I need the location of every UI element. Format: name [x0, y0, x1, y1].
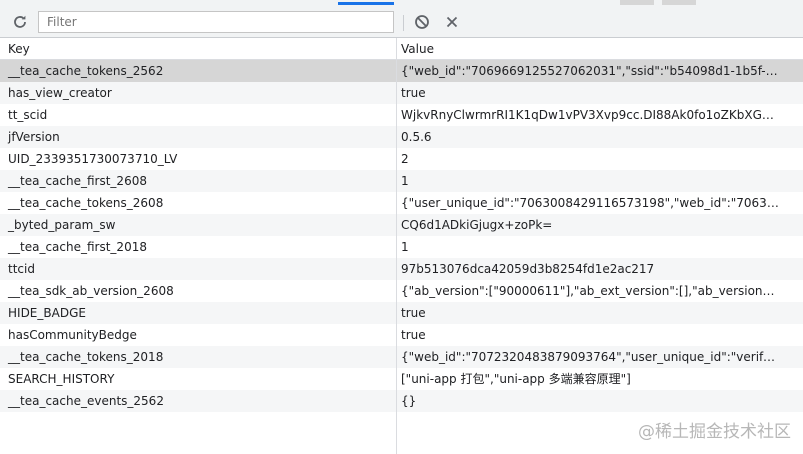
- cell-value[interactable]: 1: [397, 236, 779, 258]
- column-divider[interactable]: [396, 38, 397, 454]
- cell-value[interactable]: true: [397, 82, 779, 104]
- cell-value[interactable]: {"ab_version":["90000611"],"ab_ext_versi…: [397, 280, 779, 302]
- delete-icon[interactable]: [442, 12, 462, 32]
- cell-key[interactable]: HIDE_BADGE: [0, 302, 396, 324]
- table-row[interactable]: __tea_cache_tokens_2018 {"web_id":"707232…: [0, 346, 803, 368]
- table-row[interactable]: __tea_sdk_ab_version_2608 {"ab_version":[…: [0, 280, 803, 302]
- cell-key[interactable]: hasCommunityBedge: [0, 324, 396, 346]
- table-row[interactable]: hasCommunityBedge true: [0, 324, 803, 346]
- cell-value[interactable]: 97b513076dca42059d3b8254fd1e2ac217: [397, 258, 779, 280]
- table-row[interactable]: jfVersion 0.5.6: [0, 126, 803, 148]
- cell-key[interactable]: has_view_creator: [0, 82, 396, 104]
- table-row[interactable]: __tea_cache_first_2608 1: [0, 170, 803, 192]
- tab-strip-control: [620, 0, 654, 5]
- table-row[interactable]: _byted_param_sw CQ6d1ADkiGjugx+zoPk=: [0, 214, 803, 236]
- table-row[interactable]: __tea_cache_events_2562{}: [0, 390, 803, 412]
- column-header-value[interactable]: Value: [397, 38, 779, 60]
- refresh-icon[interactable]: [10, 12, 30, 32]
- cell-value[interactable]: true: [397, 302, 779, 324]
- cell-key[interactable]: __tea_cache_tokens_2018: [0, 346, 396, 368]
- cell-key[interactable]: __tea_cache_tokens_2562: [0, 60, 396, 82]
- cell-value[interactable]: 1: [397, 170, 779, 192]
- watermark-text: @稀土掘金技术社区: [638, 422, 791, 442]
- table-row[interactable]: ttcid 97b513076dca42059d3b8254fd1e2ac217: [0, 258, 803, 280]
- cell-key[interactable]: _byted_param_sw: [0, 214, 396, 236]
- active-tab-indicator: [338, 2, 394, 5]
- table-row[interactable]: __tea_cache_tokens_2562 {"web_id":"706966…: [0, 60, 803, 82]
- cell-key[interactable]: __tea_cache_tokens_2608: [0, 192, 396, 214]
- table-row[interactable]: UID_2339351730073710_LV 2: [0, 148, 803, 170]
- table-row[interactable]: __tea_cache_first_2018 1: [0, 236, 803, 258]
- cell-value[interactable]: WjkvRnyClwrmrRI1K1qDw1vPV3Xvp9cc.DI88Ak0…: [397, 104, 779, 126]
- cell-key[interactable]: __tea_sdk_ab_version_2608: [0, 280, 396, 302]
- cell-key[interactable]: tt_scid: [0, 104, 396, 126]
- storage-toolbar: [0, 6, 803, 38]
- cell-value[interactable]: 0.5.6: [397, 126, 779, 148]
- table-row[interactable]: has_view_creator true: [0, 82, 803, 104]
- watermark: @稀土掘金技术社区: [638, 417, 791, 442]
- table-header: Key Value: [0, 38, 803, 60]
- cell-value[interactable]: {}: [397, 390, 779, 412]
- cell-key[interactable]: SEARCH_HISTORY: [0, 368, 396, 390]
- cell-key[interactable]: UID_2339351730073710_LV: [0, 148, 396, 170]
- cell-key[interactable]: __tea_cache_first_2608: [0, 170, 396, 192]
- cell-value[interactable]: {"web_id":"7072320483879093764","user_un…: [397, 346, 779, 368]
- cell-value[interactable]: ["uni-app 打包","uni-app 多端兼容原理"]: [397, 368, 779, 390]
- table-row[interactable]: __tea_cache_tokens_2608 {"user_unique_id"…: [0, 192, 803, 214]
- cell-value[interactable]: true: [397, 324, 779, 346]
- storage-table: Key Value __tea_cache_tokens_2562 {"web_i…: [0, 38, 803, 454]
- table-row[interactable]: SEARCH_HISTORY ["uni-app 打包","uni-app 多端兼…: [0, 368, 803, 390]
- filter-input[interactable]: [38, 11, 394, 33]
- tab-strip-control: [662, 0, 696, 5]
- cell-key[interactable]: jfVersion: [0, 126, 396, 148]
- table-row[interactable]: tt_scid WjkvRnyClwrmrRI1K1qDw1vPV3Xvp9cc.…: [0, 104, 803, 126]
- clear-all-icon[interactable]: [412, 12, 432, 32]
- cell-value[interactable]: CQ6d1ADkiGjugx+zoPk=: [397, 214, 779, 236]
- cell-key[interactable]: __tea_cache_first_2018: [0, 236, 396, 258]
- toolbar-divider: [403, 15, 404, 31]
- table-row[interactable]: HIDE_BADGE true: [0, 302, 803, 324]
- cell-key[interactable]: __tea_cache_events_2562: [0, 390, 396, 412]
- cell-value[interactable]: {"web_id":"7069669125527062031","ssid":"…: [397, 60, 779, 82]
- cell-value[interactable]: 2: [397, 148, 779, 170]
- cell-value[interactable]: {"user_unique_id":"7063008429116573198",…: [397, 192, 779, 214]
- column-header-key[interactable]: Key: [0, 38, 396, 60]
- cell-key[interactable]: ttcid: [0, 258, 396, 280]
